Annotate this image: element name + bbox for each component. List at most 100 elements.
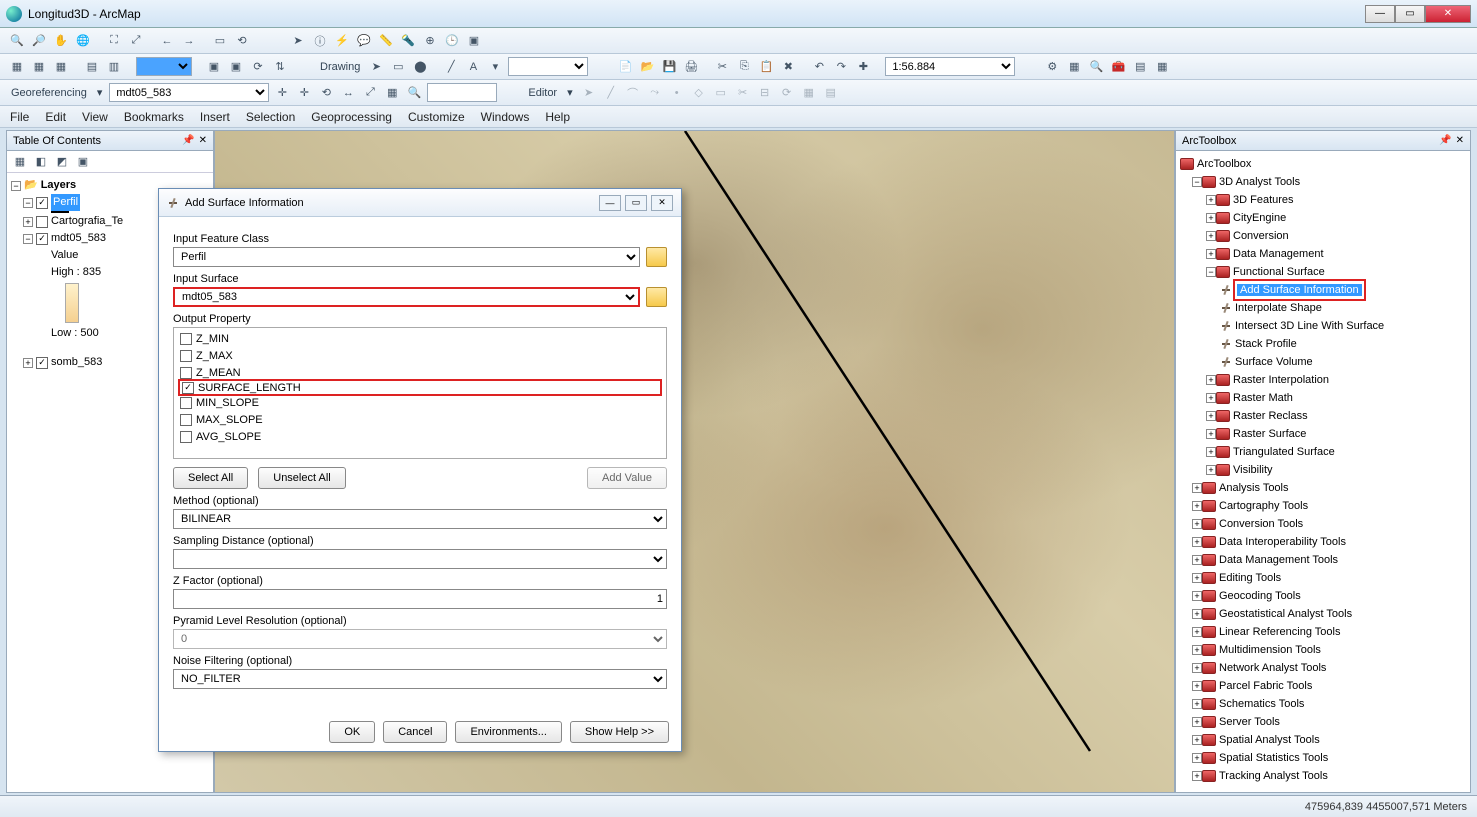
- close-panel-icon[interactable]: ✕: [199, 135, 207, 146]
- grouping-icon[interactable]: ▣: [205, 58, 223, 76]
- drawing-pointer-icon[interactable]: ➤: [367, 58, 385, 76]
- browse-folder-icon[interactable]: [646, 287, 667, 307]
- globe-icon[interactable]: 🌐: [74, 32, 92, 50]
- georef-shift-icon[interactable]: ↔: [339, 84, 357, 102]
- expander-icon[interactable]: +: [1192, 591, 1202, 601]
- cut-icon[interactable]: ✂: [713, 58, 731, 76]
- copy-icon[interactable]: ⎘: [735, 58, 753, 76]
- toolset[interactable]: Linear Referencing Tools: [1219, 623, 1340, 641]
- environments-button[interactable]: Environments...: [455, 721, 561, 743]
- minimize-button[interactable]: —: [1365, 5, 1395, 23]
- expander-icon[interactable]: +: [1192, 483, 1202, 493]
- layer-perfil[interactable]: Perfil: [51, 194, 80, 211]
- checkbox[interactable]: [180, 350, 192, 362]
- georef-view-icon[interactable]: 🔍: [405, 84, 423, 102]
- layer-somb[interactable]: somb_583: [51, 354, 102, 371]
- toolset[interactable]: Network Analyst Tools: [1219, 659, 1326, 677]
- pin-icon[interactable]: 📌: [1439, 135, 1451, 146]
- georef-table-icon[interactable]: ▦: [383, 84, 401, 102]
- checkbox[interactable]: [180, 333, 192, 345]
- fixed-zoom-icon[interactable]: ⤢: [127, 32, 145, 50]
- expander-icon[interactable]: −: [23, 234, 33, 244]
- expander-icon[interactable]: +: [1206, 465, 1216, 475]
- pointer-icon[interactable]: ➤: [289, 32, 307, 50]
- toolset[interactable]: Raster Surface: [1233, 425, 1306, 443]
- dialog-maximize-button[interactable]: ▭: [625, 195, 647, 211]
- editor-tool-icon[interactable]: ▦: [8, 58, 26, 76]
- expander-icon[interactable]: +: [1206, 231, 1216, 241]
- expander-icon[interactable]: +: [1192, 735, 1202, 745]
- prop-zmin[interactable]: Z_MIN: [196, 333, 229, 345]
- menu-insert[interactable]: Insert: [200, 110, 230, 124]
- color-select[interactable]: [136, 57, 192, 76]
- layers-root[interactable]: Layers: [41, 177, 76, 194]
- measure-icon[interactable]: 📏: [377, 32, 395, 50]
- georef-tool1-icon[interactable]: ✛: [273, 84, 291, 102]
- toolset[interactable]: Data Interoperability Tools: [1219, 533, 1346, 551]
- callout-icon[interactable]: ▾: [486, 58, 504, 76]
- menu-file[interactable]: File: [10, 110, 29, 124]
- paste-icon[interactable]: 📋: [757, 58, 775, 76]
- expander-icon[interactable]: −: [1206, 267, 1216, 277]
- list-by-visibility-icon[interactable]: ◩: [53, 153, 71, 171]
- rectangle-icon[interactable]: ▭: [389, 58, 407, 76]
- toolset[interactable]: Parcel Fabric Tools: [1219, 677, 1312, 695]
- expander-icon[interactable]: +: [1206, 411, 1216, 421]
- checkbox[interactable]: ✓: [182, 382, 194, 394]
- distribute-icon[interactable]: ▥: [105, 58, 123, 76]
- toolset[interactable]: Geocoding Tools: [1219, 587, 1301, 605]
- expander-icon[interactable]: +: [1206, 429, 1216, 439]
- toolset[interactable]: Analysis Tools: [1219, 479, 1289, 497]
- georeferencing-label[interactable]: Georeferencing: [8, 87, 90, 99]
- expander-icon[interactable]: +: [1192, 501, 1202, 511]
- back-icon[interactable]: ←: [158, 32, 176, 50]
- expander-icon[interactable]: +: [1192, 555, 1202, 565]
- checkbox[interactable]: [180, 431, 192, 443]
- expander-icon[interactable]: +: [1192, 663, 1202, 673]
- add-value-button[interactable]: Add Value: [587, 467, 667, 489]
- refresh-icon[interactable]: ⟲: [233, 32, 251, 50]
- georef-rotate-icon[interactable]: ⟲: [317, 84, 335, 102]
- font-select[interactable]: [508, 57, 588, 76]
- toolset-3d-analyst[interactable]: 3D Analyst Tools: [1219, 173, 1300, 191]
- checkbox[interactable]: ✓: [36, 233, 48, 245]
- grid2-tool-icon[interactable]: ▦: [52, 58, 70, 76]
- marker-icon[interactable]: ⬤: [411, 58, 429, 76]
- toolset[interactable]: Raster Math: [1233, 389, 1293, 407]
- expander-icon[interactable]: +: [1192, 573, 1202, 583]
- html-popup-icon[interactable]: 💬: [355, 32, 373, 50]
- delete-icon[interactable]: ✖: [779, 58, 797, 76]
- hyperlink-icon[interactable]: ⚡: [333, 32, 351, 50]
- prop-max-slope[interactable]: MAX_SLOPE: [196, 414, 263, 426]
- search-icon[interactable]: 🔍: [1087, 58, 1105, 76]
- toolbox-icon[interactable]: 🧰: [1109, 58, 1127, 76]
- z-factor-input[interactable]: [173, 589, 667, 609]
- toolset[interactable]: Triangulated Surface: [1233, 443, 1335, 461]
- menu-windows[interactable]: Windows: [481, 110, 530, 124]
- pin-icon[interactable]: 📌: [182, 135, 194, 146]
- layer-cartografia[interactable]: Cartografia_Te: [51, 213, 123, 230]
- tool[interactable]: Stack Profile: [1235, 335, 1297, 353]
- toolset[interactable]: Data Management: [1233, 245, 1324, 263]
- tool[interactable]: Interpolate Shape: [1235, 299, 1322, 317]
- catalog-icon[interactable]: ▦: [1065, 58, 1083, 76]
- menu-edit[interactable]: Edit: [45, 110, 66, 124]
- method-select[interactable]: BILINEAR: [173, 509, 667, 529]
- model-icon[interactable]: ▦: [1153, 58, 1171, 76]
- new-icon[interactable]: 📄: [616, 58, 634, 76]
- input-feature-class-select[interactable]: Perfil: [173, 247, 640, 267]
- expander-icon[interactable]: +: [1206, 375, 1216, 385]
- dialog-close-button[interactable]: ✕: [651, 195, 673, 211]
- expander-icon[interactable]: +: [1192, 753, 1202, 763]
- expander-icon[interactable]: +: [1192, 627, 1202, 637]
- close-button[interactable]: ✕: [1425, 5, 1471, 23]
- rotate-icon[interactable]: ⟳: [249, 58, 267, 76]
- arctoolbox-root[interactable]: ArcToolbox: [1197, 155, 1251, 173]
- checkbox[interactable]: ✓: [36, 357, 48, 369]
- georef-input[interactable]: [427, 83, 497, 102]
- xy-icon[interactable]: ⊕: [421, 32, 439, 50]
- expander-icon[interactable]: −: [11, 181, 21, 191]
- geoprocess-icon[interactable]: ⚙: [1043, 58, 1061, 76]
- expander-icon[interactable]: +: [23, 358, 33, 368]
- scale-select[interactable]: 1:56.884: [885, 57, 1015, 76]
